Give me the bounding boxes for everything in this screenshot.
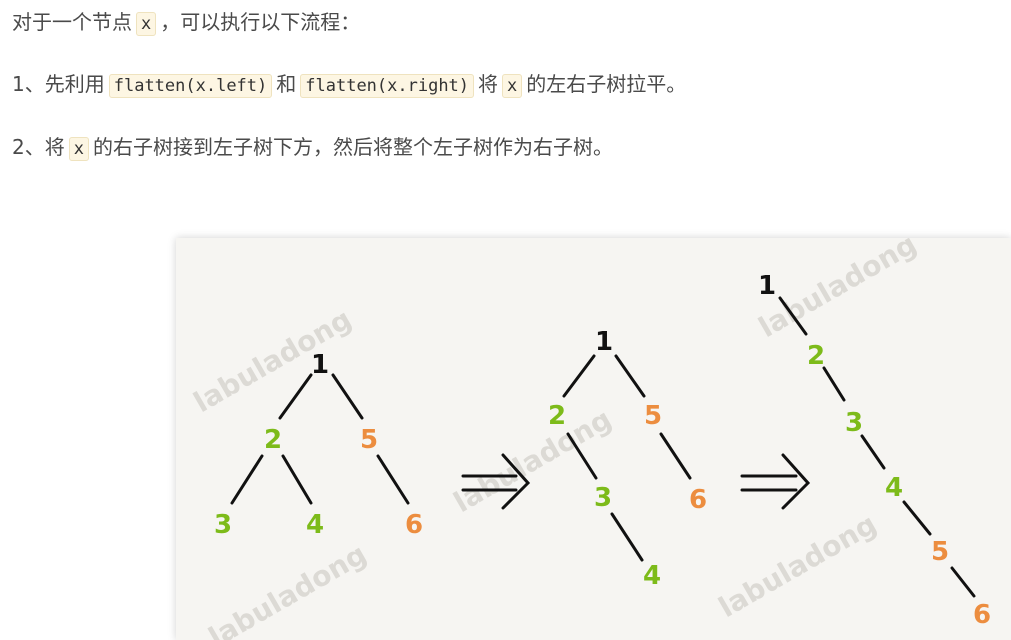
edge-1-2 — [562, 354, 596, 398]
step1-text-d: 的左右子树拉平。 — [526, 72, 687, 96]
watermark-text: labuladong — [713, 507, 882, 624]
tree-node-6: 6 — [689, 485, 707, 515]
edge-2-4 — [281, 454, 313, 505]
watermarks: labuladong labuladong labuladong labulad… — [188, 238, 922, 640]
step1-text-a: 1、先利用 — [12, 72, 105, 96]
tree-node-1: 1 — [311, 350, 329, 380]
tree-node-4: 4 — [885, 473, 903, 503]
tree-node-5: 5 — [360, 425, 378, 455]
step2-text-a: 2、将 — [12, 135, 65, 159]
tree-flattened-subtrees: 1 2 5 3 6 4 — [548, 327, 707, 591]
watermark-text: labuladong — [188, 302, 357, 419]
edge-1-5 — [331, 373, 364, 420]
inline-code-flatten-left: flatten(x.left) — [108, 74, 273, 98]
watermark-text: labuladong — [203, 537, 372, 640]
tree-node-5: 5 — [931, 537, 949, 567]
step2-text-b: 的右子树接到左子树下方，然后将整个左子树作为右子树。 — [92, 135, 613, 159]
tree-node-3: 3 — [214, 510, 232, 540]
flatten-tree-diagram: labuladong labuladong labuladong labulad… — [176, 238, 1011, 640]
double-arrow-icon — [740, 453, 811, 510]
tree-node-1: 1 — [595, 327, 613, 357]
tree-node-2: 2 — [264, 425, 282, 455]
edge-2-3 — [230, 454, 264, 505]
edge-5-6 — [376, 454, 410, 505]
inline-code-flatten-right: flatten(x.right) — [300, 74, 475, 98]
step1-text-c: 将 — [478, 72, 499, 96]
tree-node-6: 6 — [973, 600, 991, 630]
edge-2-3 — [822, 366, 846, 402]
intro-text-end: ，可以执行以下流程： — [160, 10, 361, 34]
edge-3-4 — [610, 512, 644, 562]
edge-1-5 — [614, 354, 646, 398]
edge-4-5 — [902, 500, 932, 536]
tree-node-1: 1 — [758, 271, 776, 301]
watermark-text: labuladong — [448, 402, 617, 519]
paragraph-intro: 对于一个节点 x ，可以执行以下流程： — [12, 8, 360, 38]
watermark-text: labuladong — [753, 238, 922, 344]
edge-5-6 — [659, 432, 692, 480]
tree-node-6: 6 — [405, 510, 423, 540]
inline-code-x: x — [136, 12, 157, 36]
tree-node-4: 4 — [643, 561, 661, 591]
inline-code-x: x — [502, 74, 523, 98]
paragraph-step-2: 2、将 x 的右子树接到左子树下方，然后将整个左子树作为右子树。 — [12, 133, 613, 163]
step1-text-b: 和 — [276, 72, 297, 96]
diagram-svg: labuladong labuladong labuladong labulad… — [188, 238, 991, 640]
tree-node-5: 5 — [644, 401, 662, 431]
tree-node-3: 3 — [594, 483, 612, 513]
inline-code-x: x — [68, 137, 89, 161]
tree-node-3: 3 — [845, 408, 863, 438]
edge-5-6 — [950, 566, 976, 598]
edge-3-4 — [860, 434, 886, 470]
tree-node-4: 4 — [306, 510, 324, 540]
edge-1-2 — [278, 373, 313, 420]
intro-text: 对于一个节点 — [12, 10, 132, 34]
paragraph-step-1: 1、先利用 flatten(x.left) 和 flatten(x.right) 将 x 的… — [12, 70, 686, 100]
tree-node-2: 2 — [807, 341, 825, 371]
tree-node-2: 2 — [548, 401, 566, 431]
